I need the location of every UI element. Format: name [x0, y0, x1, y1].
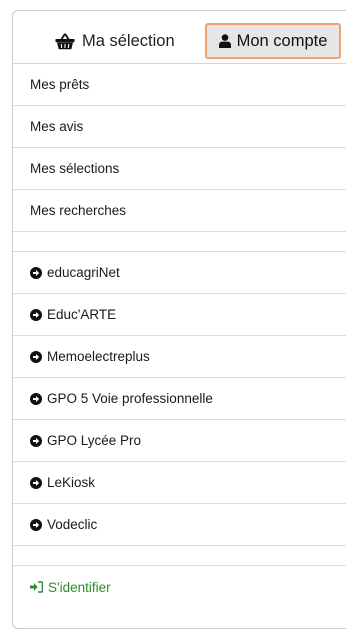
user-icon: [218, 34, 231, 48]
menu-divider: [13, 546, 346, 566]
resource-link-memoelectreplus[interactable]: Memoelectreplus: [13, 336, 346, 378]
menu-item-my-loans[interactable]: Mes prêts: [13, 64, 346, 106]
resource-label: Educ'ARTE: [47, 307, 117, 322]
resource-link-gpo-lycee-pro[interactable]: GPO Lycée Pro: [13, 420, 346, 462]
menu-item-label: Mes sélections: [30, 161, 120, 176]
circle-arrow-right-icon: [30, 266, 42, 279]
dropdown-panel: Ma sélection Mon compte Mes prêts Mes av…: [12, 10, 346, 629]
menu-divider: [13, 232, 346, 252]
resource-label: GPO 5 Voie professionnelle: [47, 391, 213, 406]
circle-arrow-right-icon: [30, 476, 42, 489]
menu-item-label: Mes prêts: [30, 77, 90, 92]
resource-link-educarte[interactable]: Educ'ARTE: [13, 294, 346, 336]
resource-link-lekiosk[interactable]: LeKiosk: [13, 462, 346, 504]
resource-label: Memoelectreplus: [47, 349, 150, 364]
menu-item-my-searches[interactable]: Mes recherches: [13, 190, 346, 232]
my-account-label: Mon compte: [236, 31, 328, 50]
menu-item-my-reviews[interactable]: Mes avis: [13, 106, 346, 148]
top-bar: Ma sélection Mon compte: [13, 11, 346, 63]
resource-link-gpo5[interactable]: GPO 5 Voie professionnelle: [13, 378, 346, 420]
circle-arrow-right-icon: [30, 518, 42, 531]
menu-item-my-selections[interactable]: Mes sélections: [13, 148, 346, 190]
circle-arrow-right-icon: [30, 308, 42, 321]
circle-arrow-right-icon: [30, 434, 42, 447]
resource-link-educagrinet[interactable]: educagriNet: [13, 252, 346, 294]
circle-arrow-right-icon: [30, 350, 42, 363]
sign-in-link[interactable]: S'identifier: [13, 566, 346, 608]
resource-label: LeKiosk: [47, 475, 96, 490]
sign-in-icon: [30, 581, 43, 593]
resource-link-vodeclic[interactable]: Vodeclic: [13, 504, 346, 546]
resource-label: educagriNet: [47, 265, 120, 280]
my-account-button[interactable]: Mon compte: [205, 23, 341, 59]
account-menu: Mes prêts Mes avis Mes sélections Mes re…: [13, 63, 346, 608]
resource-label: Vodeclic: [47, 517, 98, 532]
menu-item-label: Mes recherches: [30, 203, 127, 218]
basket-icon: [55, 33, 75, 49]
my-selection-button[interactable]: Ma sélection: [55, 29, 175, 53]
menu-item-label: Mes avis: [30, 119, 84, 134]
my-selection-label: Ma sélection: [82, 31, 175, 50]
sign-in-label: S'identifier: [48, 579, 111, 595]
circle-arrow-right-icon: [30, 392, 42, 405]
resource-label: GPO Lycée Pro: [47, 433, 142, 448]
